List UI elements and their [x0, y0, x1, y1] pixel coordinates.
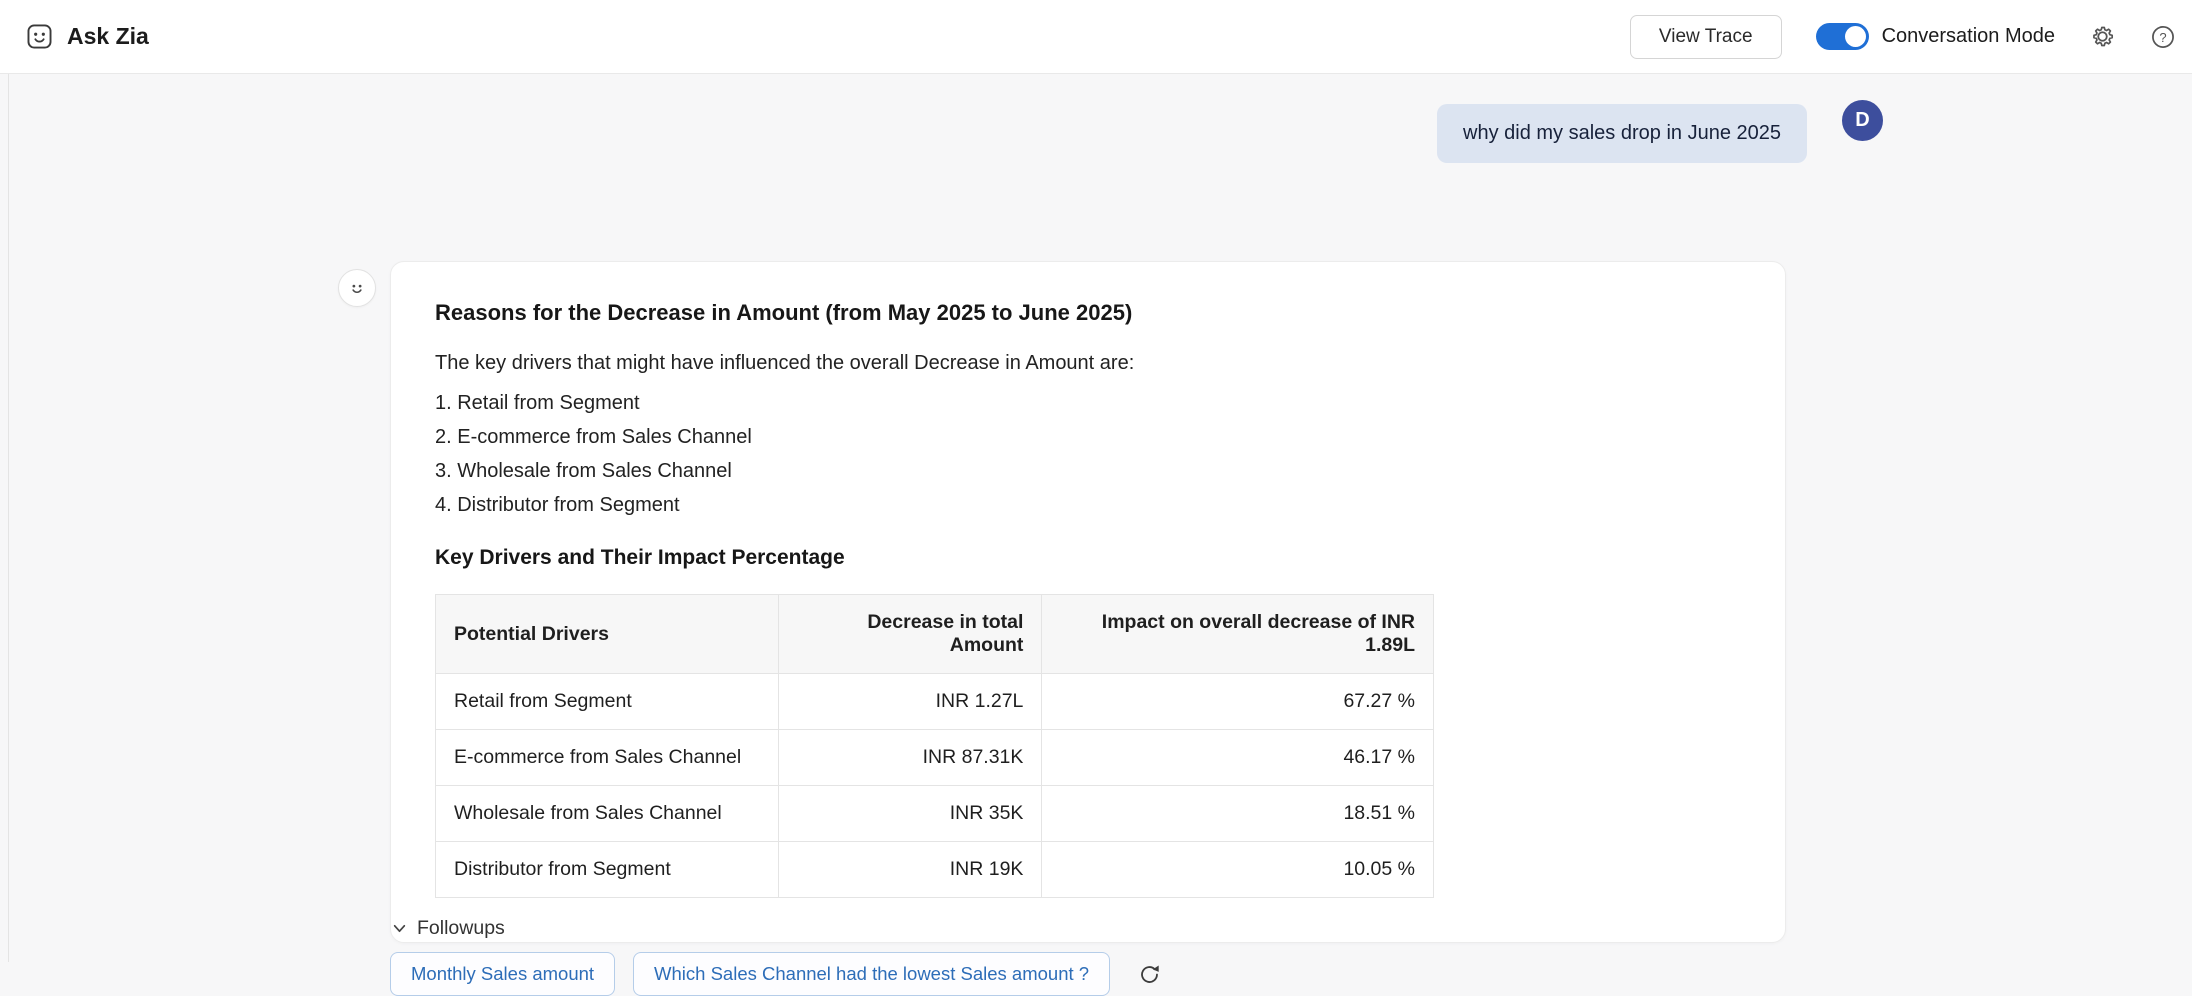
- response-subheading: Key Drivers and Their Impact Percentage: [435, 546, 1741, 570]
- brand: Ask Zia: [26, 23, 149, 50]
- conversation-mode-label: Conversation Mode: [1882, 25, 2055, 48]
- refresh-icon: [1138, 963, 1161, 986]
- driver-item: 1. Retail from Segment: [435, 386, 1741, 420]
- table-cell: INR 35K: [778, 786, 1042, 842]
- chat-area: why did my sales drop in June 2025 D Rea…: [0, 74, 2192, 962]
- assistant-response-card: Reasons for the Decrease in Amount (from…: [390, 261, 1786, 943]
- view-trace-button[interactable]: View Trace: [1630, 15, 1782, 59]
- table-row: Retail from Segment INR 1.27L 67.27 %: [436, 674, 1434, 730]
- table-cell: Distributor from Segment: [436, 842, 779, 898]
- table-cell: 67.27 %: [1042, 674, 1434, 730]
- table-header-cell: Potential Drivers: [436, 595, 779, 674]
- driver-list: 1. Retail from Segment 2. E-commerce fro…: [435, 386, 1741, 522]
- user-message-bubble: why did my sales drop in June 2025: [1437, 104, 1807, 163]
- table-cell: 18.51 %: [1042, 786, 1434, 842]
- driver-item: 3. Wholesale from Sales Channel: [435, 454, 1741, 488]
- followup-chip[interactable]: Monthly Sales amount: [390, 952, 615, 996]
- table-cell: INR 19K: [778, 842, 1042, 898]
- table-header-cell: Impact on overall decrease of INR 1.89L: [1042, 595, 1434, 674]
- table-header-row: Potential Drivers Decrease in total Amou…: [436, 595, 1434, 674]
- assistant-avatar: [338, 269, 376, 307]
- user-message-row: why did my sales drop in June 2025 D: [1437, 104, 1883, 163]
- help-button[interactable]: ?: [2150, 24, 2176, 50]
- topbar: Ask Zia View Trace Conversation Mode ?: [0, 0, 2192, 74]
- refresh-followups-button[interactable]: [1138, 963, 1161, 986]
- user-avatar: D: [1842, 100, 1883, 141]
- impact-table: Potential Drivers Decrease in total Amou…: [435, 594, 1434, 898]
- gear-icon: [2089, 23, 2116, 50]
- followups-label: Followups: [417, 917, 505, 940]
- help-icon: ?: [2150, 24, 2176, 50]
- response-heading: Reasons for the Decrease in Amount (from…: [435, 300, 1741, 326]
- svg-text:?: ?: [2159, 29, 2166, 44]
- response-intro: The key drivers that might have influenc…: [435, 348, 1741, 378]
- table-header-cell: Decrease in total Amount: [778, 595, 1042, 674]
- table-cell: Wholesale from Sales Channel: [436, 786, 779, 842]
- table-cell: E-commerce from Sales Channel: [436, 730, 779, 786]
- app-title: Ask Zia: [67, 23, 149, 50]
- followups-toggle[interactable]: Followups: [392, 917, 505, 940]
- toggle-knob: [1845, 26, 1866, 47]
- topbar-actions: View Trace Conversation Mode ?: [1630, 15, 2176, 59]
- followup-chips: Monthly Sales amount Which Sales Channel…: [390, 952, 1161, 996]
- table-cell: 46.17 %: [1042, 730, 1434, 786]
- conversation-mode-toggle[interactable]: [1816, 23, 1869, 50]
- table-cell: 10.05 %: [1042, 842, 1434, 898]
- table-cell: INR 87.31K: [778, 730, 1042, 786]
- driver-item: 2. E-commerce from Sales Channel: [435, 420, 1741, 454]
- conversation-mode-control: Conversation Mode: [1816, 23, 2055, 50]
- driver-item: 4. Distributor from Segment: [435, 488, 1741, 522]
- zia-logo-icon: [26, 23, 53, 50]
- table-row: Wholesale from Sales Channel INR 35K 18.…: [436, 786, 1434, 842]
- table-row: Distributor from Segment INR 19K 10.05 %: [436, 842, 1434, 898]
- table-row: E-commerce from Sales Channel INR 87.31K…: [436, 730, 1434, 786]
- chevron-down-icon: [392, 921, 407, 936]
- zia-face-icon: [346, 277, 368, 299]
- table-cell: Retail from Segment: [436, 674, 779, 730]
- table-cell: INR 1.27L: [778, 674, 1042, 730]
- followup-chip[interactable]: Which Sales Channel had the lowest Sales…: [633, 952, 1110, 996]
- settings-button[interactable]: [2089, 23, 2116, 50]
